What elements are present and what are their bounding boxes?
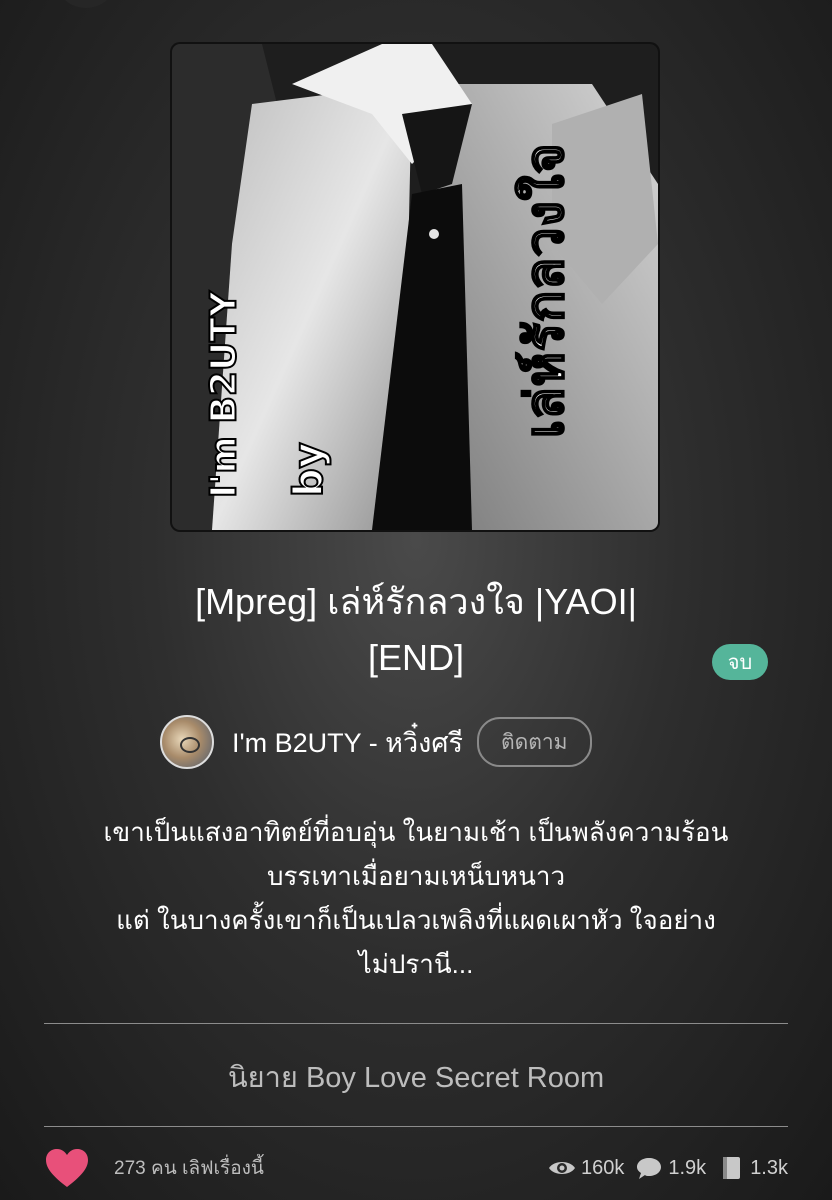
avatar[interactable] [160,715,214,769]
eye-icon [549,1162,575,1174]
synopsis: เขาเป็นแสงอาทิตย์ที่อบอุ่น ในยามเช้า เป็… [40,810,792,986]
top-back-button[interactable] [58,0,114,8]
category-link[interactable]: นิยาย Boy Love Secret Room [44,1054,788,1100]
story-title: [Mpreg] เล่ห์รักลวงใจ |YAOI| [END] [60,574,772,686]
synopsis-line4: ไม่ปรานี... [358,949,474,979]
comments-count: 1.9k [668,1156,707,1179]
cover-author-text: I'm B2UTY [203,291,246,500]
synopsis-line3: แต่ ในบางครั้งเขาก็เป็นเปลวเพลิงที่แผดเผ… [116,905,716,935]
comment-icon [637,1158,662,1179]
cover-by-text: by [285,442,333,499]
chapters-count: 1.3k [750,1156,788,1179]
cover-title-text: เล่ห์รักลวงใจ [515,141,577,439]
synopsis-line2: บรรเทาเมื่อยามเหน็บหนาว [266,861,566,891]
divider-top [44,1023,788,1024]
status-badge: จบ [712,644,768,680]
story-title-line1: [Mpreg] เล่ห์รักลวงใจ |YAOI| [195,581,637,622]
views-count: 160k [581,1156,625,1179]
comments-stat: 1.9k [634,1155,706,1181]
divider-bottom [44,1126,788,1127]
likes-count: 273 คน เลิฟเรื่องนี้ [114,1158,264,1179]
stats-bar: 273 คน เลิฟเรื่องนี้ 160k 1.9k 1.3k [44,1142,788,1194]
story-title-line2: [END] [367,637,464,678]
views-stat: 160k [547,1155,624,1181]
synopsis-line1: เขาเป็นแสงอาทิตย์ที่อบอุ่น ในยามเช้า เป็… [103,817,729,847]
author-name[interactable]: I'm B2UTY - หวิ๋งศรี [232,721,463,764]
heart-icon[interactable] [44,1147,90,1189]
follow-button[interactable]: ติดตาม [476,717,592,767]
author-row: I'm B2UTY - หวิ๋งศรี ติดตาม [160,714,592,770]
book-icon [723,1157,741,1179]
chapters-stat: 1.3k [716,1155,788,1181]
